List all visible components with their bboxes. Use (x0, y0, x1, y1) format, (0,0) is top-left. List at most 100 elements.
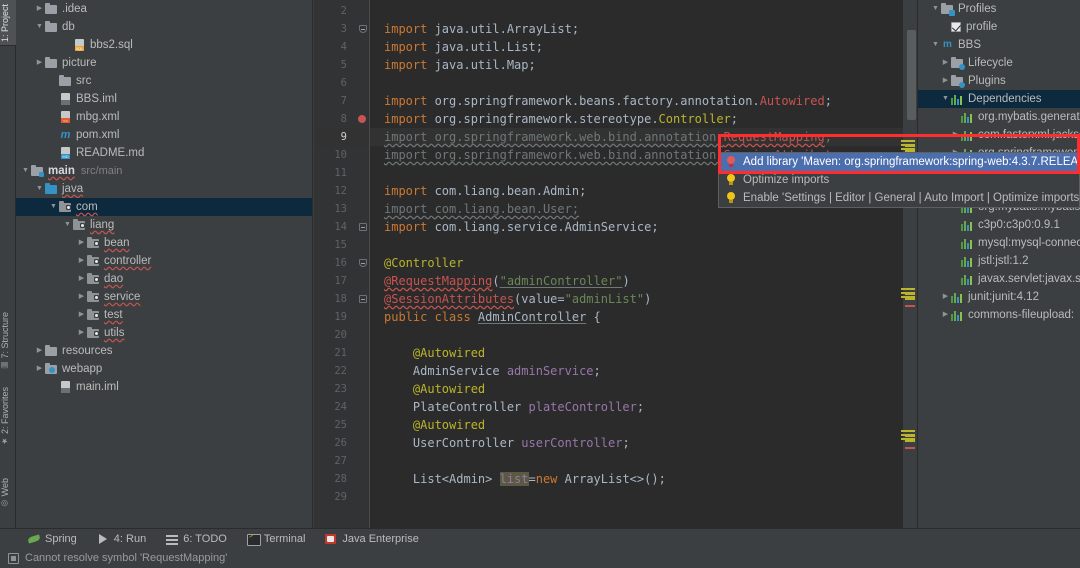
maven-tree-item-commons-fileupload-[interactable]: ▶ commons-fileupload: (918, 306, 1080, 324)
maven-tree-item-org-mybatis-generato[interactable]: org.mybatis.generato (918, 108, 1080, 126)
chevron-right-icon[interactable]: ▶ (34, 342, 45, 360)
code-line[interactable]: import com.liang.bean.Admin; (370, 182, 586, 200)
project-tree-item-main[interactable]: ▼ main src/main (16, 162, 312, 180)
project-tree-item-dao[interactable]: ▶ dao (16, 270, 312, 288)
warning-marker[interactable] (905, 298, 915, 300)
project-tree-item-bbs2-sql[interactable]: SQL bbs2.sql (16, 36, 312, 54)
intention-action-item[interactable]: Add library 'Maven: org.springframework:… (719, 153, 1080, 171)
project-tree-item-readme-md[interactable]: MD README.md (16, 144, 312, 162)
code-line[interactable]: AdminService adminService; (370, 362, 601, 380)
project-tree[interactable]: ▶ .idea ▼ db SQL bbs2.sql ▶ picture src BBS.iml <>… (16, 0, 312, 396)
bottom-bar-button-6-todo[interactable]: 6: TODO (156, 529, 237, 549)
maven-tree-item-plugins[interactable]: ▶ Plugins (918, 72, 1080, 90)
project-tree-item-bbs-iml[interactable]: BBS.iml (16, 90, 312, 108)
code-line[interactable]: import java.util.ArrayList; (370, 20, 579, 38)
maven-tree-item-junit-junit-4-12[interactable]: ▶ junit:junit:4.12 (918, 288, 1080, 306)
code-line[interactable]: import java.util.Map; (370, 56, 536, 74)
bottom-bar-button-java-enterprise[interactable]: Java Enterprise (315, 529, 428, 549)
chevron-right-icon[interactable]: ▶ (76, 234, 87, 252)
project-tree-item-service[interactable]: ▶ service (16, 288, 312, 306)
project-tree-item-resources[interactable]: ▶ resources (16, 342, 312, 360)
project-tree-item-mbg-xml[interactable]: <> mbg.xml (16, 108, 312, 126)
editor-marker-bar[interactable] (903, 0, 917, 540)
code-line[interactable]: import java.util.List; (370, 38, 543, 56)
chevron-down-icon[interactable]: ▼ (930, 36, 941, 54)
maven-tree-item-profiles[interactable]: ▼ Profiles (918, 0, 1080, 18)
code-line[interactable]: @RequestMapping("adminController") (370, 272, 630, 290)
project-tree-item-picture[interactable]: ▶ picture (16, 54, 312, 72)
bottom-bar-button-4-run[interactable]: 4: Run (87, 529, 156, 549)
chevron-down-icon[interactable]: ▼ (20, 162, 31, 180)
chevron-right-icon[interactable]: ▶ (940, 72, 951, 90)
code-line[interactable] (370, 326, 384, 344)
chevron-right-icon[interactable]: ▶ (76, 324, 87, 342)
intention-action-item[interactable]: Enable 'Settings | Editor | General | Au… (719, 189, 1080, 207)
code-line[interactable]: import com.liang.bean.User; (370, 200, 579, 218)
chevron-down-icon[interactable]: ▼ (34, 180, 45, 198)
chevron-right-icon[interactable]: ▶ (76, 288, 87, 306)
chevron-right-icon[interactable]: ▶ (950, 126, 961, 144)
code-line[interactable]: List<Admin> list=new ArrayList<>(); (370, 470, 666, 488)
maven-tree-item-jstl-jstl-1-2[interactable]: jstl:jstl:1.2 (918, 252, 1080, 270)
code-line[interactable] (370, 164, 384, 182)
project-tree-item-liang[interactable]: ▼ liang (16, 216, 312, 234)
chevron-right-icon[interactable]: ▶ (940, 54, 951, 72)
code-fold-toggle-icon[interactable] (358, 290, 367, 308)
editor-scrollbar-thumb[interactable] (907, 30, 916, 120)
code-line[interactable] (370, 236, 384, 254)
code-line[interactable]: import com.liang.service.AdminService; (370, 218, 659, 236)
chevron-right-icon[interactable]: ▶ (34, 360, 45, 378)
maven-tree-item-c3p0-c3p0-0-9-1[interactable]: c3p0:c3p0:0.9.1 (918, 216, 1080, 234)
intention-bulb-icon[interactable] (356, 110, 368, 128)
code-fold-toggle-icon[interactable] (358, 20, 367, 38)
error-marker[interactable] (905, 305, 915, 307)
chevron-down-icon[interactable]: ▼ (940, 90, 951, 108)
chevron-down-icon[interactable]: ▼ (62, 216, 73, 234)
code-fold-toggle-icon[interactable] (358, 254, 367, 272)
chevron-right-icon[interactable]: ▶ (940, 306, 951, 324)
chevron-right-icon[interactable]: ▶ (76, 306, 87, 324)
code-line[interactable] (370, 2, 384, 20)
editor-gutter[interactable]: 2 3 4 5 6 7 8 9 10 11 12 13 14 15 16 17 18 19 20 21 22 23 24 25… (314, 0, 370, 540)
project-tool-window[interactable]: ▶ .idea ▼ db SQL bbs2.sql ▶ picture src BBS.iml <>… (16, 0, 313, 540)
code-editor[interactable]: 2 3 4 5 6 7 8 9 10 11 12 13 14 15 16 17 18 19 20 21 22 23 24 25… (314, 0, 917, 540)
warning-marker[interactable] (905, 440, 915, 442)
maven-tree-item-com-fasterxml-jackso[interactable]: ▶ com.fasterxml.jackso (918, 126, 1080, 144)
tool-tab-favorites[interactable]: ★ 2: Favorites (0, 385, 16, 448)
bottom-tool-bar[interactable]: Spring 4: Run 6: TODO Terminal Java Enterpri… (0, 528, 1080, 548)
code-line[interactable] (370, 74, 384, 92)
inspection-hamburger-icon-top[interactable] (901, 140, 915, 150)
inspection-hamburger-icon-mid[interactable] (901, 288, 915, 298)
chevron-down-icon[interactable]: ▼ (34, 18, 45, 36)
project-tree-item-java[interactable]: ▼ java (16, 180, 312, 198)
project-tree-item-utils[interactable]: ▶ utils (16, 324, 312, 342)
project-tree-item-src[interactable]: src (16, 72, 312, 90)
maven-tree-item-mysql-mysql-connect[interactable]: mysql:mysql-connect (918, 234, 1080, 252)
maven-tree-item-javax-servlet-javax-ser[interactable]: javax.servlet:javax.ser (918, 270, 1080, 288)
code-line[interactable]: import org.springframework.beans.factory… (370, 92, 832, 110)
tool-tab-web[interactable]: ◎ Web (0, 476, 16, 510)
project-tree-item-webapp[interactable]: ▶ webapp (16, 360, 312, 378)
code-line[interactable]: import org.springframework.web.bind.anno… (370, 128, 832, 146)
project-tree-item-com[interactable]: ▼ com (16, 198, 312, 216)
intention-action-item[interactable]: Optimize imports (719, 171, 1079, 189)
maven-tree-item-lifecycle[interactable]: ▶ Lifecycle (918, 54, 1080, 72)
editor-code-area[interactable]: import java.util.ArrayList; import java.u… (370, 0, 917, 540)
intention-actions-popup[interactable]: Add library 'Maven: org.springframework:… (718, 152, 1080, 208)
code-line[interactable] (370, 452, 384, 470)
project-tree-item-pom-xml[interactable]: m pom.xml (16, 126, 312, 144)
bottom-bar-button-spring[interactable]: Spring (18, 529, 87, 549)
chevron-down-icon[interactable]: ▼ (930, 0, 941, 18)
code-line[interactable]: @SessionAttributes(value="adminList") (370, 290, 651, 308)
chevron-right-icon[interactable]: ▶ (940, 288, 951, 306)
chevron-right-icon[interactable]: ▶ (76, 252, 87, 270)
code-line[interactable]: @Autowired (370, 344, 485, 362)
project-tree-item-bean[interactable]: ▶ bean (16, 234, 312, 252)
project-tree-item-db[interactable]: ▼ db (16, 18, 312, 36)
bottom-bar-button-terminal[interactable]: Terminal (237, 529, 316, 549)
chevron-down-icon[interactable]: ▼ (48, 198, 59, 216)
profile-checkbox[interactable] (951, 22, 961, 32)
code-fold-toggle-icon[interactable] (358, 218, 367, 236)
tool-tab-project[interactable]: 1: Project (0, 2, 16, 44)
code-line[interactable]: public class AdminController { (370, 308, 601, 326)
